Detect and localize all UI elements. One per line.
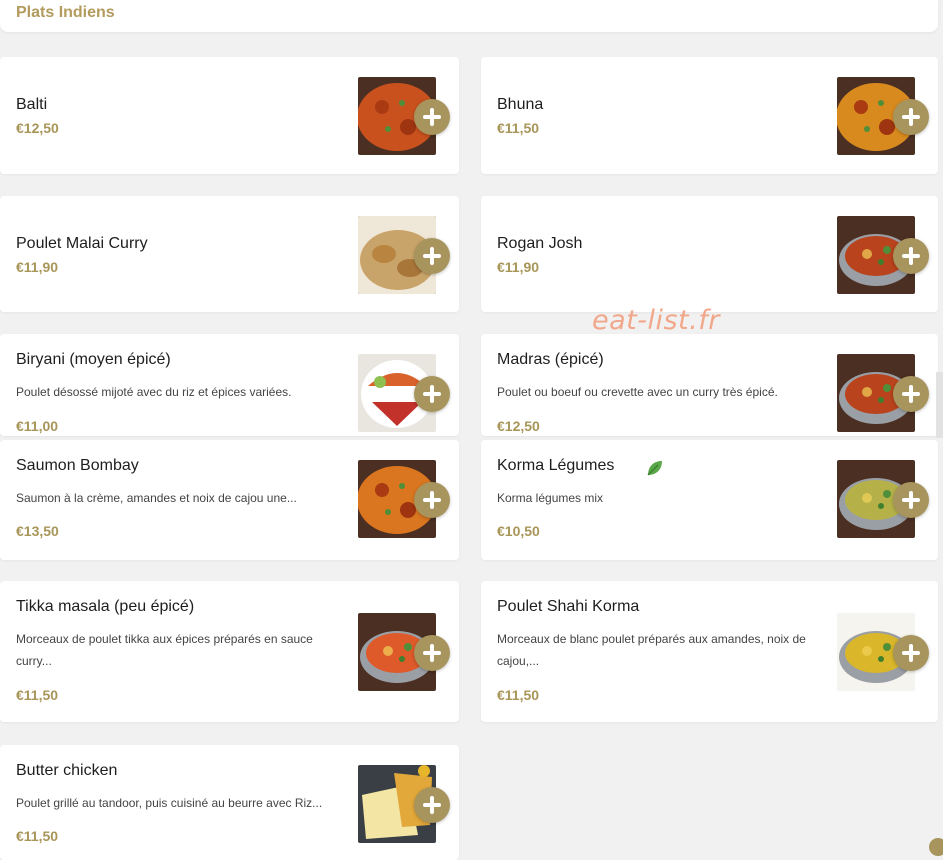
- add-to-cart-button[interactable]: [414, 787, 450, 823]
- dish-price: €11,50: [497, 120, 540, 136]
- dish-price: €11,50: [497, 687, 540, 703]
- dish-card[interactable]: Poulet Malai Curry €11,90: [0, 196, 459, 312]
- dish-name: Korma Légumes: [497, 457, 615, 474]
- chat-badge[interactable]: [929, 838, 943, 856]
- dish-price: €11,90: [497, 259, 540, 275]
- dish-name: Poulet Malai Curry: [16, 235, 148, 252]
- dish-card[interactable]: Rogan Josh €11,90: [481, 196, 938, 312]
- add-to-cart-button[interactable]: [893, 238, 929, 274]
- dish-name: Butter chicken: [16, 762, 118, 779]
- dish-card[interactable]: Tikka masala (peu épicé) Morceaux de poul…: [0, 581, 459, 722]
- add-to-cart-button[interactable]: [893, 376, 929, 412]
- dish-price: €11,00: [16, 418, 59, 434]
- add-to-cart-button[interactable]: [414, 99, 450, 135]
- dish-description: Poulet ou boeuf ou crevette avec un curr…: [497, 385, 778, 399]
- dish-price: €12,50: [497, 418, 540, 434]
- dish-card[interactable]: Saumon Bombay Saumon à la crème, amandes …: [0, 440, 459, 560]
- dish-price: €11,90: [16, 259, 59, 275]
- add-to-cart-button[interactable]: [414, 376, 450, 412]
- add-to-cart-button[interactable]: [414, 482, 450, 518]
- dish-description: Morceaux de blanc poulet préparés aux am…: [497, 632, 806, 668]
- dish-card[interactable]: Korma Légumes Korma légumes mix €10,50: [481, 440, 938, 560]
- dish-card[interactable]: Poulet Shahi Korma Morceaux de blanc poul…: [481, 581, 938, 722]
- add-to-cart-button[interactable]: [893, 99, 929, 135]
- dish-description: Korma légumes mix: [497, 491, 604, 505]
- dish-description: Poulet désossé mijoté avec du riz et épi…: [16, 385, 292, 399]
- dish-card[interactable]: Madras (épicé) Poulet ou boeuf ou crevett…: [481, 334, 938, 436]
- dish-card[interactable]: Bhuna €11,50: [481, 57, 938, 174]
- dish-name: Madras (épicé): [497, 351, 604, 368]
- add-to-cart-button[interactable]: [893, 635, 929, 671]
- add-to-cart-button[interactable]: [414, 238, 450, 274]
- scroll-indicator: [936, 372, 943, 438]
- dish-name: Poulet Shahi Korma: [497, 598, 640, 615]
- dish-card[interactable]: Biryani (moyen épicé) Poulet désossé mijo…: [0, 334, 459, 436]
- dish-name: Rogan Josh: [497, 235, 583, 252]
- add-to-cart-button[interactable]: [893, 482, 929, 518]
- add-to-cart-button[interactable]: [414, 635, 450, 671]
- leaf-icon: [647, 461, 662, 476]
- dish-description: Poulet grillé au tandoor, puis cuisiné a…: [16, 796, 323, 810]
- watermark: eat-list.fr: [592, 305, 720, 336]
- dish-card[interactable]: Butter chicken Poulet grillé au tandoor, …: [0, 745, 459, 860]
- dish-price: €11,50: [16, 828, 59, 844]
- dish-description: Saumon à la crème, amandes et noix de ca…: [16, 491, 297, 505]
- dish-card[interactable]: Balti €12,50: [0, 57, 459, 174]
- dish-description: Morceaux de poulet tikka aux épices prép…: [16, 632, 313, 668]
- dish-price: €10,50: [497, 523, 540, 539]
- dish-price: €13,50: [16, 523, 59, 539]
- section-title: Plats Indiens: [16, 4, 115, 21]
- dish-name: Biryani (moyen épicé): [16, 351, 171, 368]
- section-header: Plats Indiens: [0, 0, 938, 32]
- dish-name: Bhuna: [497, 96, 544, 113]
- dish-price: €12,50: [16, 120, 59, 136]
- dish-name: Saumon Bombay: [16, 457, 139, 474]
- dish-name: Tikka masala (peu épicé): [16, 598, 195, 615]
- dish-price: €11,50: [16, 687, 59, 703]
- dish-name: Balti: [16, 96, 48, 113]
